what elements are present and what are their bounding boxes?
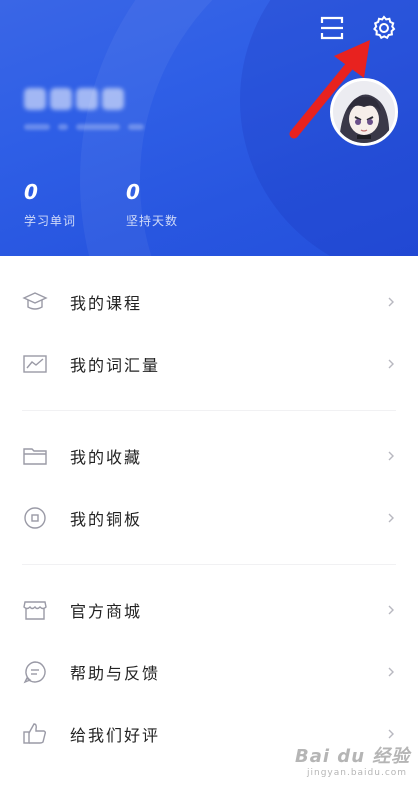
folder-icon (23, 448, 47, 465)
watermark-title: Bai du 经验 (295, 746, 411, 767)
avatar-image (333, 81, 395, 143)
menu-item-label: 官方商城 (70, 602, 143, 621)
menu-item-my-coins[interactable]: 我的铜板 (0, 487, 418, 549)
graduation-cap-icon (22, 292, 48, 310)
menu-item-label: 帮助与反馈 (70, 664, 161, 683)
chevron-right-icon (388, 667, 394, 677)
learned-words-count: 0 (24, 180, 38, 204)
menu-item-label: 给我们好评 (70, 726, 161, 745)
chart-icon (23, 355, 47, 373)
user-info-blurred (24, 124, 144, 130)
menu-item-label: 我的课程 (70, 294, 143, 313)
menu-item-my-vocabulary[interactable]: 我的词汇量 (0, 333, 418, 395)
chevron-right-icon (388, 513, 394, 523)
streak-days-count: 0 (126, 180, 140, 204)
chat-icon (23, 661, 46, 684)
chevron-right-icon (388, 605, 394, 615)
profile-header: 0 学习单词 0 坚持天数 (0, 0, 418, 256)
coin-icon (24, 507, 46, 529)
avatar[interactable] (330, 78, 398, 146)
store-icon (23, 601, 47, 620)
scan-icon[interactable] (318, 14, 346, 42)
menu-item-label: 我的词汇量 (70, 356, 161, 375)
watermark: Bai du 经验 jingyan.baidu.com (295, 742, 410, 778)
menu-item-my-courses[interactable]: 我的课程 (0, 271, 418, 333)
divider (0, 549, 418, 579)
username-blurred (24, 88, 124, 110)
menu-item-my-favorites[interactable]: 我的收藏 (0, 425, 418, 487)
settings-gear-icon[interactable] (370, 14, 398, 42)
divider (0, 395, 418, 425)
chevron-right-icon (388, 297, 394, 307)
menu-item-official-store[interactable]: 官方商城 (0, 579, 418, 641)
chevron-right-icon (388, 451, 394, 461)
streak-days-label: 坚持天数 (126, 214, 179, 228)
menu-item-help-feedback[interactable]: 帮助与反馈 (0, 641, 418, 703)
watermark-url: jingyan.baidu.com (307, 768, 408, 778)
menu-item-label: 我的收藏 (70, 448, 143, 467)
thumbs-up-icon (23, 723, 47, 744)
menu-item-label: 我的铜板 (70, 510, 143, 529)
learned-words-label: 学习单词 (24, 214, 77, 228)
chevron-right-icon (388, 729, 394, 739)
menu-list: 我的课程 我的词汇量 我的收藏 我的铜板 官方商城 帮助与反馈 给我们好评 (0, 256, 418, 765)
chevron-right-icon (388, 359, 394, 369)
